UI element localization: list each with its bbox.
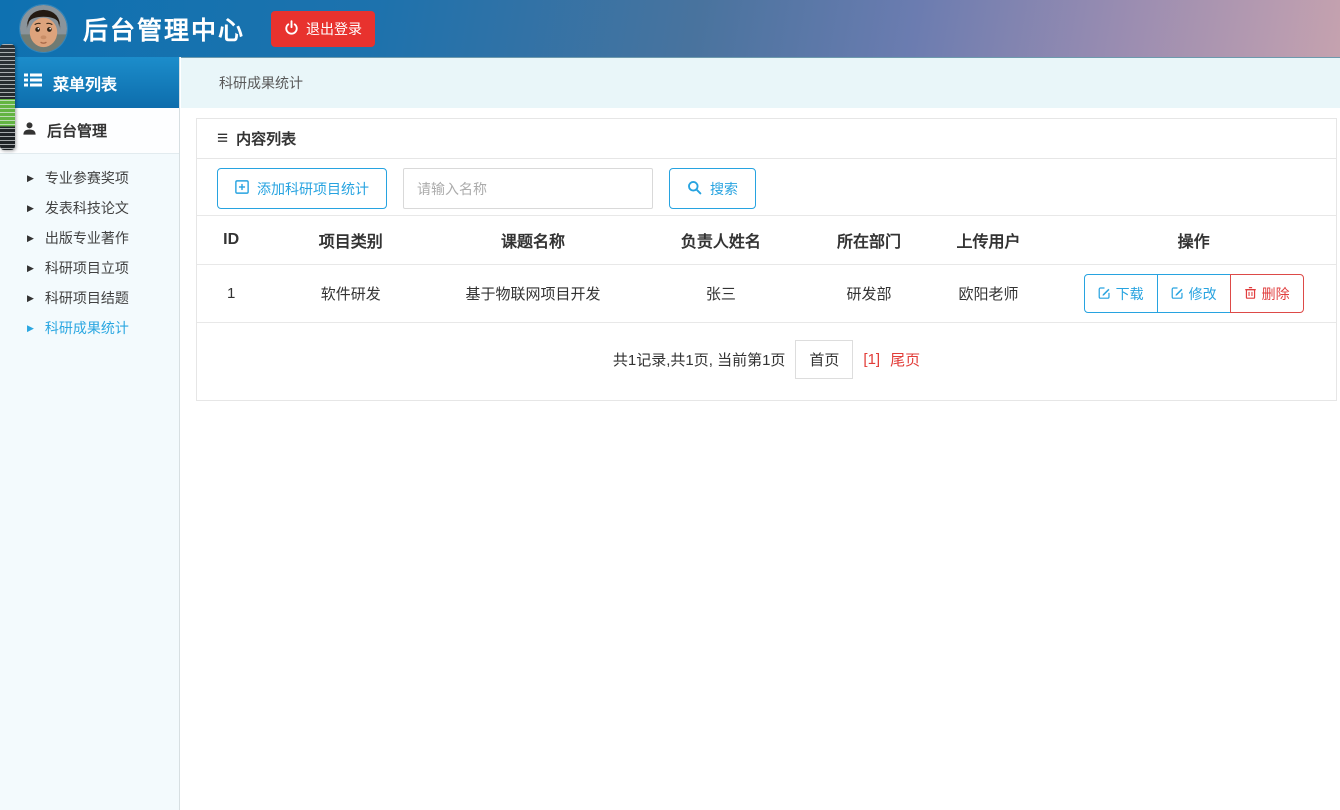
sidebar-item-label: 发表科技论文	[44, 200, 129, 216]
column-header-department: 所在部门	[812, 215, 926, 265]
last-page-link[interactable]: 尾页	[890, 349, 920, 370]
sidebar-item-papers[interactable]: ▶ 发表科技论文	[0, 193, 179, 223]
edit-label: 修改	[1188, 285, 1217, 302]
cell-id: 1	[197, 264, 266, 323]
card-title: 内容列表	[236, 131, 297, 148]
cell-department: 研发部	[812, 264, 926, 323]
column-header-category: 项目类别	[265, 215, 437, 265]
column-header-uploader: 上传用户	[925, 215, 1052, 265]
column-header-topic: 课题名称	[436, 215, 630, 265]
edit-icon	[1098, 286, 1111, 302]
delete-label: 删除	[1261, 285, 1290, 302]
sidebar-item-label: 科研成果统计	[44, 320, 129, 336]
sidebar-grip-handle[interactable]	[0, 44, 15, 150]
search-button-label: 搜索	[710, 180, 738, 197]
cell-leader: 张三	[629, 264, 813, 323]
sidebar-menu-list: ▶ 专业参赛奖项 ▶ 发表科技论文 ▶ 出版专业著作 ▶ 科研项目立项 ▶ 科研…	[0, 154, 179, 343]
edit-button[interactable]: 修改	[1156, 274, 1231, 313]
download-label: 下载	[1115, 285, 1144, 302]
cell-topic: 基于物联网项目开发	[436, 264, 630, 323]
sidebar-menu-header: 菜单列表	[0, 57, 179, 108]
card-header: ≡ 内容列表	[197, 119, 1336, 159]
sidebar-item-results-stats[interactable]: ▶ 科研成果统计	[0, 313, 179, 343]
caret-right-icon: ▶	[27, 322, 34, 333]
caret-right-icon: ▶	[27, 202, 34, 213]
content-list-card: ≡ 内容列表 添加科研项目统计 请输入名称 搜索 ID 项目类别 课题名称 负责…	[196, 118, 1337, 401]
current-page-link[interactable]: [1]	[863, 351, 880, 368]
search-input[interactable]	[403, 168, 653, 209]
sidebar-item-project-end[interactable]: ▶ 科研项目结题	[0, 283, 179, 313]
toolbar: 添加科研项目统计 搜索	[197, 159, 1336, 215]
list-icon	[24, 73, 42, 92]
sidebar-item-project-start[interactable]: ▶ 科研项目立项	[0, 253, 179, 283]
breadcrumb-current: 科研成果统计	[219, 75, 303, 91]
hamburger-icon: ≡	[217, 128, 229, 149]
add-record-label: 添加科研项目统计	[257, 180, 369, 197]
caret-right-icon: ▶	[27, 172, 34, 183]
admin-app: 后台管理中心 退出登录 菜单列表 后台管理 ▶ 专业参赛奖项 ▶ 发表科技论文 …	[0, 0, 1340, 810]
sidebar-section-label: 后台管理	[47, 123, 108, 140]
column-header-actions: 操作	[1051, 215, 1336, 265]
caret-right-icon: ▶	[27, 292, 34, 303]
sidebar-item-label: 出版专业著作	[44, 230, 129, 246]
records-table: ID 项目类别 课题名称 负责人姓名 所在部门 上传用户 操作 1 软件研发 基…	[197, 215, 1336, 323]
page-title: 后台管理中心	[83, 16, 246, 45]
sidebar-item-label: 科研项目立项	[44, 260, 129, 276]
pagination: 共1记录,共1页, 当前第1页 首页 [1] 尾页	[197, 323, 1336, 400]
search-button[interactable]: 搜索	[669, 168, 756, 209]
menu-header-label: 菜单列表	[53, 76, 118, 94]
cell-category: 软件研发	[265, 264, 437, 323]
sidebar: 菜单列表 后台管理 ▶ 专业参赛奖项 ▶ 发表科技论文 ▶ 出版专业著作 ▶ 科…	[0, 57, 180, 810]
row-action-group: 下载 修改 删除	[1083, 274, 1304, 313]
sidebar-item-awards[interactable]: ▶ 专业参赛奖项	[0, 163, 179, 193]
main-content: 科研成果统计 ≡ 内容列表 添加科研项目统计 请输入名称 搜索 ID 项目类别 …	[181, 57, 1340, 810]
avatar	[20, 5, 67, 52]
power-icon	[284, 19, 299, 38]
sidebar-item-label: 科研项目结题	[44, 290, 129, 306]
logout-label: 退出登录	[306, 20, 363, 37]
breadcrumb: 科研成果统计	[181, 57, 1340, 108]
table-header-row: ID 项目类别 课题名称 负责人姓名 所在部门 上传用户 操作	[197, 215, 1336, 265]
caret-right-icon: ▶	[27, 262, 34, 273]
column-header-id: ID	[197, 215, 266, 265]
search-icon	[687, 180, 702, 198]
caret-right-icon: ▶	[27, 232, 34, 243]
trash-icon	[1244, 286, 1257, 302]
download-button[interactable]: 下载	[1083, 274, 1158, 313]
user-icon	[22, 121, 37, 140]
avatar-image	[20, 5, 67, 52]
delete-button[interactable]: 删除	[1229, 274, 1304, 313]
cell-actions: 下载 修改 删除	[1051, 264, 1336, 323]
table-row: 1 软件研发 基于物联网项目开发 张三 研发部 欧阳老师 下载 修改 删除	[197, 264, 1336, 323]
add-record-button[interactable]: 添加科研项目统计	[217, 168, 387, 209]
logout-button[interactable]: 退出登录	[271, 10, 376, 47]
top-header-bar: 后台管理中心 退出登录	[0, 0, 1340, 57]
edit-icon	[1171, 286, 1184, 302]
cell-uploader: 欧阳老师	[925, 264, 1052, 323]
pagination-summary: 共1记录,共1页, 当前第1页	[612, 352, 786, 369]
sidebar-section-admin[interactable]: 后台管理	[0, 108, 179, 154]
plus-square-icon	[235, 180, 249, 197]
column-header-leader: 负责人姓名	[629, 215, 813, 265]
sidebar-item-books[interactable]: ▶ 出版专业著作	[0, 223, 179, 253]
sidebar-item-label: 专业参赛奖项	[44, 170, 129, 186]
first-page-button[interactable]: 首页	[795, 340, 854, 379]
